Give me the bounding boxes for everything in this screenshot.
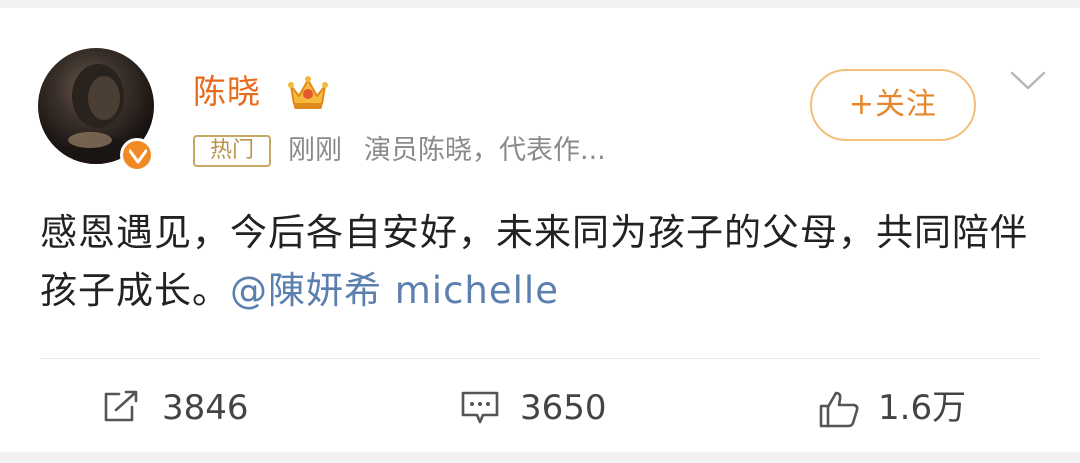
comment-icon bbox=[461, 391, 499, 424]
comment-button[interactable]: 3650 bbox=[460, 378, 630, 438]
repost-button[interactable]: 3846 bbox=[102, 378, 272, 438]
post-time: 刚刚 bbox=[288, 135, 342, 166]
follow-button[interactable]: +关注 bbox=[810, 69, 976, 141]
hot-badge: 热门 bbox=[193, 135, 271, 167]
chevron-down-icon[interactable] bbox=[1008, 68, 1048, 94]
author-bio: 演员陈晓，代表作... bbox=[364, 135, 606, 166]
like-button[interactable]: 1.6万 bbox=[818, 378, 988, 438]
comment-count: 3650 bbox=[520, 388, 607, 428]
post-body: 感恩遇见，今后各自安好，未来同为孩子的父母，共同陪伴孩子成长。@陳妍希 mich… bbox=[40, 204, 1050, 320]
username[interactable]: 陈晓 bbox=[193, 70, 261, 114]
post-meta: 刚刚 演员陈晓，代表作... bbox=[288, 132, 628, 170]
repost-count: 3846 bbox=[162, 388, 249, 428]
verified-badge-icon bbox=[120, 138, 154, 172]
weibo-post-card: 陈晓 热门 刚刚 演员陈晓，代表作... +关注 感恩遇见，今后各自安好，未来同为… bbox=[0, 8, 1080, 452]
divider bbox=[40, 358, 1040, 359]
mention-link[interactable]: @陳妍希 michelle bbox=[230, 269, 559, 312]
repost-icon bbox=[104, 390, 138, 422]
thumbs-up-icon bbox=[819, 391, 859, 428]
crown-icon bbox=[288, 76, 328, 109]
like-count: 1.6万 bbox=[878, 388, 967, 428]
